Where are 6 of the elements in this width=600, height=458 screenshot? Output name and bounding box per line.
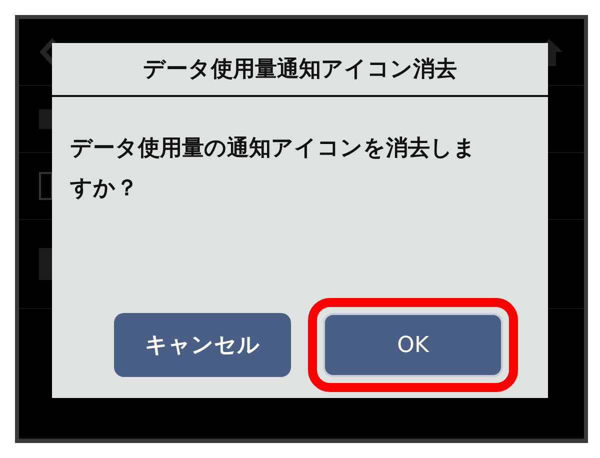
dialog-title: データ使用量通知アイコン消去 [52, 43, 548, 97]
checkbox-icon [39, 172, 53, 200]
cancel-button[interactable]: キャンセル [114, 313, 291, 377]
ok-button[interactable]: OK [323, 313, 503, 377]
back-icon[interactable] [39, 37, 57, 67]
dialog-message: データ使用量の通知アイコンを消去しますか？ [70, 135, 477, 203]
